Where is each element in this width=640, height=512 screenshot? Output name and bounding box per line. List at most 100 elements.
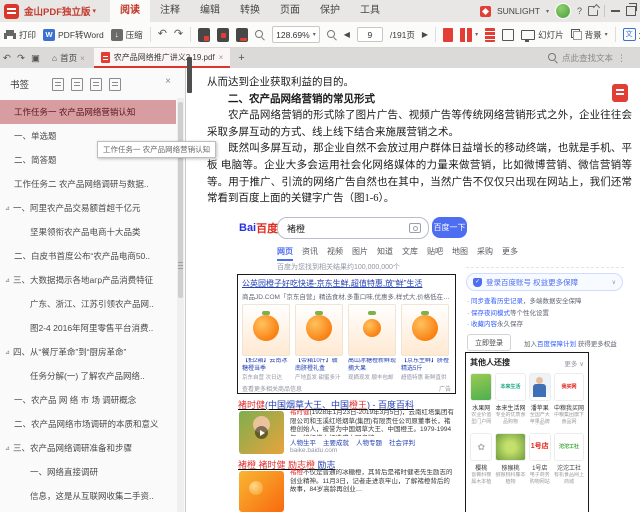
slideshow-button[interactable]: 幻灯片 xyxy=(521,29,564,41)
bookmark-item[interactable]: 二、农产品网络市场调研的本质和意义 xyxy=(0,412,176,436)
redo-icon[interactable]: ↷ xyxy=(17,53,25,64)
read-mode-button[interactable] xyxy=(198,28,210,42)
bookmark-item[interactable]: ⊿三、农产品网络调研准备和步骤 xyxy=(0,436,176,460)
result-thumbnail-image[interactable] xyxy=(239,471,284,512)
expand-icon[interactable]: ⊿ xyxy=(5,349,10,356)
play-icon[interactable] xyxy=(255,426,268,439)
tab-caigou[interactable]: 采购 xyxy=(477,246,493,261)
bookmark-tool-icon[interactable] xyxy=(71,78,83,91)
zoom-level-dropdown[interactable]: 128.69% ▾ xyxy=(272,26,320,43)
ribbon-tab-edit[interactable]: 编辑 xyxy=(190,0,230,22)
ad-product[interactable]: 【带箱10斤】赣南脐橙礼盒 产地直发 甜蜜多汁 xyxy=(295,304,343,381)
bookmark-item[interactable]: 工作任务二 农产品网络调研与数据.. xyxy=(0,172,176,196)
related-card[interactable]: 沱沱工社 沱沱工社 有机食品网上商城 xyxy=(554,433,584,485)
bookmark-item[interactable]: 二、白皮书首度公布“农产品电商50.. xyxy=(0,244,176,268)
sidebar-splitter-handle[interactable] xyxy=(187,57,192,93)
minimize-button[interactable] xyxy=(611,10,620,12)
ad-title-link[interactable]: 公英园橙子好吃快递-京东生鲜,超值特惠,放“鲜”生活 xyxy=(242,278,451,289)
avatar[interactable] xyxy=(555,3,571,19)
next-page-button[interactable]: ▶ xyxy=(422,30,428,39)
related-card[interactable]: ✿ 樱桃 蔷薇科樱属木本植物 xyxy=(470,433,492,485)
related-card[interactable]: 本来生活 本来生活网 专业的优质食品购物 xyxy=(495,373,525,425)
expand-icon[interactable]: ⊿ xyxy=(5,277,10,284)
close-icon[interactable]: × xyxy=(219,53,224,62)
card-image[interactable] xyxy=(529,373,551,401)
bookmark-item[interactable]: ⊿四、从“餐厅革命”到“厨房革命” xyxy=(0,340,176,364)
related-card[interactable]: 水果网 农业价值型门户网站 xyxy=(470,373,492,425)
bookmark-item[interactable]: ⊿一、阿里农产品交易额首超千亿元 xyxy=(0,196,176,220)
sidebar-scrollbar[interactable] xyxy=(177,98,184,512)
result-thumbnail-video[interactable] xyxy=(239,411,284,454)
svip-icon[interactable] xyxy=(480,6,491,17)
tab-tieba[interactable]: 贴吧 xyxy=(427,246,443,261)
card-image[interactable] xyxy=(495,433,525,461)
bookmark-item[interactable]: ⊿三、大数据揭示各地агр产品消费特征 xyxy=(0,268,176,292)
eye-protect-mode-button[interactable] xyxy=(217,28,229,42)
more-menu-icon[interactable]: ⋮ xyxy=(617,53,626,64)
login-button[interactable]: 立即登录 xyxy=(467,334,511,351)
sublink[interactable]: 人物生平 xyxy=(290,437,316,447)
protection-link[interactable]: 百度保障计划 xyxy=(537,341,576,348)
ribbon-tab-read[interactable]: 阅读 xyxy=(110,0,150,22)
document-tab-active[interactable]: 农产品网络推广讲义2.19.pdf × xyxy=(94,48,231,68)
bookmark-item[interactable]: 任务分解(一) 了解农产品网络.. xyxy=(0,364,176,388)
home-tab[interactable]: ⌂ 首页 × xyxy=(43,48,94,68)
related-card[interactable]: 猕猴桃 猕猴桃科藤本植物 xyxy=(495,433,525,485)
scrollbar-thumb[interactable] xyxy=(178,102,183,298)
ad-more-link[interactable]: 查看更多相关商品信息 xyxy=(242,384,302,393)
card-image[interactable]: 沱沱工社 xyxy=(554,433,584,461)
benefit-link[interactable]: 保存夜间模式 xyxy=(471,310,510,317)
card-image[interactable]: 我买网 xyxy=(554,373,584,401)
expand-icon[interactable]: ⊿ xyxy=(5,205,10,212)
continuous-view-button[interactable] xyxy=(485,28,495,42)
sublink[interactable]: 主要成就 xyxy=(323,437,349,447)
ad-product[interactable]: 【京东生鲜】脐橙精选5斤 超值特惠 新鲜直供 xyxy=(401,304,449,381)
tab-image[interactable]: 图片 xyxy=(352,246,368,261)
product-image[interactable] xyxy=(348,304,396,356)
product-image[interactable] xyxy=(242,304,290,356)
tab-map[interactable]: 地图 xyxy=(452,246,468,261)
bookmark-tool-icon[interactable] xyxy=(90,78,102,91)
bookmark-item-selected[interactable]: 工作任务一 农产品网络营销认知 xyxy=(0,100,176,124)
close-icon[interactable]: × xyxy=(80,54,85,63)
baidu-search-button[interactable]: 百度一下 xyxy=(432,217,467,238)
print-button[interactable]: 打印 xyxy=(4,29,36,41)
related-card[interactable]: 我买网 中粮我买网 中粮集团旗下食品网 xyxy=(554,373,584,425)
page-number-input[interactable] xyxy=(357,27,383,42)
related-card[interactable]: 1号店 1号店 电子商务购物网站 xyxy=(529,433,551,485)
word-translate-button[interactable]: 文 划词翻译 xyxy=(623,28,640,41)
bookmark-item[interactable]: 信息，这是从互联网收集二手资.. xyxy=(0,484,176,508)
card-image[interactable]: 1号店 xyxy=(529,433,551,461)
scrollbar-grip[interactable] xyxy=(178,262,183,270)
ad-product[interactable]: 【拍2箱】云南冰糖橙当季 京东自营 次日达 xyxy=(242,304,290,381)
tab-web[interactable]: 网页 xyxy=(277,246,293,261)
bookmark-item[interactable]: 一、农产品 网 络 市 场 调研概念 xyxy=(0,388,176,412)
bookmark-tool-icon[interactable] xyxy=(52,78,64,91)
help-button[interactable]: ? xyxy=(577,6,582,16)
bookmark-item[interactable]: 坚果领衔农产品电商十大品类 xyxy=(0,220,176,244)
tab-more[interactable]: 更多 xyxy=(502,246,518,261)
double-page-view-button[interactable]: ▾ xyxy=(460,28,478,42)
share-icon[interactable] xyxy=(588,6,598,16)
ad-product[interactable]: 高山冰糖橙新鲜现摘大果 现摘现发 顺丰包邮 xyxy=(348,304,396,381)
tab-wenku[interactable]: 文库 xyxy=(402,246,418,261)
product-image[interactable] xyxy=(401,304,449,356)
new-tab-button[interactable]: + xyxy=(238,52,244,64)
ribbon-tab-page[interactable]: 页面 xyxy=(270,0,310,22)
background-button[interactable]: 背景 ▾ xyxy=(571,29,608,41)
sublink[interactable]: 社会评判 xyxy=(389,437,415,447)
bookmark-item[interactable]: 广东、浙江、江苏引领农产品网.. xyxy=(0,292,176,316)
close-panel-icon[interactable]: × xyxy=(165,76,171,87)
ribbon-tab-convert[interactable]: 转换 xyxy=(230,0,270,22)
logo-chevron-down-icon[interactable]: ▾ xyxy=(93,7,97,15)
benefit-link[interactable]: 收藏内容 xyxy=(471,321,497,328)
rotate-left-button[interactable]: ↶ xyxy=(158,29,167,40)
tab-news[interactable]: 资讯 xyxy=(302,246,318,261)
sublink[interactable]: 人物专题 xyxy=(356,437,382,447)
product-image[interactable] xyxy=(295,304,343,356)
zoom-out-button[interactable] xyxy=(255,30,265,40)
restore-button[interactable] xyxy=(626,6,636,16)
save-icon[interactable]: ▣ xyxy=(31,53,40,64)
pdf-to-word-button[interactable]: W PDF转Word xyxy=(43,29,104,41)
related-card[interactable]: 潘苹果 全国产大苹果品牌故事 xyxy=(529,373,551,425)
